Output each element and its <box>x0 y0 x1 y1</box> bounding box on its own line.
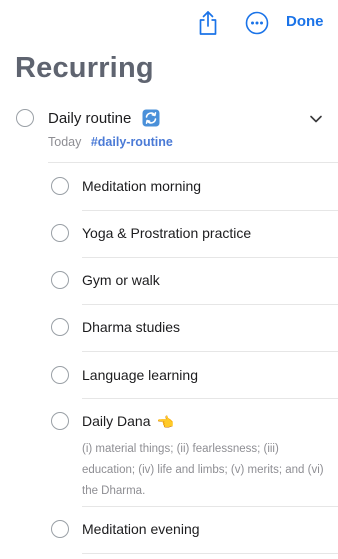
due-date: Today <box>48 135 82 149</box>
subtask-row[interactable]: Daily Dana 👈 (i) material things; (ii) fe… <box>0 412 338 502</box>
subtask-row[interactable]: Meditation morning <box>0 177 338 197</box>
tag-label[interactable]: #daily-routine <box>91 135 173 149</box>
share-icon[interactable] <box>196 9 220 37</box>
subtask-row[interactable]: Gym or walk <box>0 271 338 291</box>
subtask-label: Gym or walk <box>82 272 160 288</box>
subtask-label-row: Daily Dana 👈 <box>82 413 174 431</box>
divider <box>82 257 338 258</box>
subtask-row[interactable]: Meditation evening <box>0 520 338 540</box>
page-title: Recurring <box>15 52 154 84</box>
divider <box>82 506 338 507</box>
divider <box>82 304 338 305</box>
chevron-down-icon[interactable] <box>308 111 324 127</box>
subtask-row[interactable]: Dharma studies <box>0 318 338 338</box>
more-icon[interactable] <box>244 10 270 36</box>
subtask-checkbox[interactable] <box>51 520 69 538</box>
subtask-label: Dharma studies <box>82 319 181 335</box>
task-meta: Today #daily-routine <box>48 135 173 149</box>
parent-task-row[interactable]: Daily routine Today #daily-routine <box>0 100 338 160</box>
subtask-checkbox[interactable] <box>51 271 69 289</box>
divider <box>82 398 338 399</box>
subtask-checkbox[interactable] <box>51 318 69 336</box>
task-title: Daily routine <box>48 110 132 127</box>
pointing-hand-icon: 👈 <box>156 414 174 430</box>
divider <box>82 351 338 352</box>
subtask-checkbox[interactable] <box>51 224 69 242</box>
divider <box>48 162 338 163</box>
subtask-checkbox[interactable] <box>51 177 69 195</box>
subtask-label: Meditation evening <box>82 521 200 537</box>
subtask-row[interactable]: Language learning <box>0 366 338 386</box>
subtask-label: Daily Dana <box>82 413 151 429</box>
divider <box>82 553 338 554</box>
subtask-label: Yoga & Prostration practice <box>82 225 252 241</box>
divider <box>82 210 338 211</box>
done-button[interactable]: Done <box>286 13 324 30</box>
top-toolbar: Done <box>0 0 338 46</box>
subtask-label: Language learning <box>82 367 198 383</box>
subtask-label: Meditation morning <box>82 178 202 194</box>
subtask-row[interactable]: Yoga & Prostration practice <box>0 224 338 244</box>
subtask-description: (i) material things; (ii) fearlessness; … <box>82 443 324 497</box>
subtask-checkbox[interactable] <box>51 412 69 430</box>
subtask-checkbox[interactable] <box>51 366 69 384</box>
repeat-icon <box>142 109 160 127</box>
task-checkbox[interactable] <box>16 109 34 127</box>
